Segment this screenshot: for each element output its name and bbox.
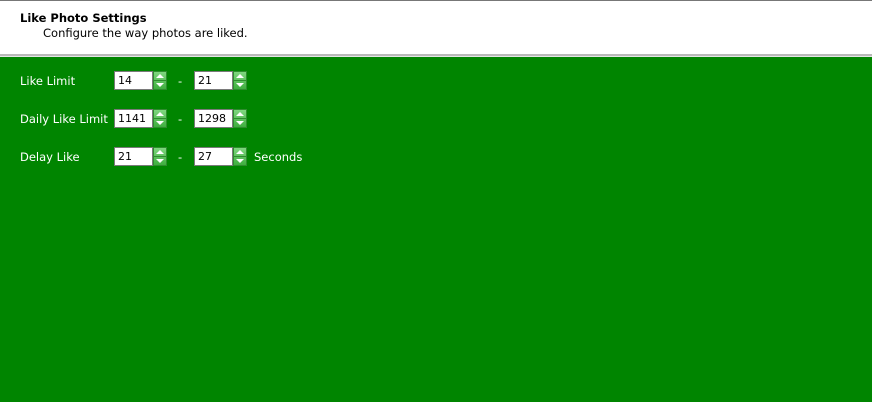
arrow-down-icon[interactable] (154, 157, 166, 165)
arrow-up-icon[interactable] (154, 72, 166, 81)
delay-like-min-spin-buttons (153, 147, 167, 166)
daily-like-limit-max-stepper[interactable] (194, 109, 247, 128)
delay-like-max-spin-buttons (233, 147, 247, 166)
like-limit-min-spin-buttons (153, 71, 167, 90)
like-limit-label: Like Limit (20, 74, 76, 88)
daily-like-limit-max-spin-buttons (233, 109, 247, 128)
daily-like-limit-min-input[interactable] (114, 109, 153, 128)
arrow-up-icon[interactable] (234, 110, 246, 119)
like-limit-max-input[interactable] (194, 71, 233, 90)
delay-like-max-stepper[interactable] (194, 147, 247, 166)
like-limit-max-spin-buttons (233, 71, 247, 90)
delay-like-min-input[interactable] (114, 147, 153, 166)
daily-like-limit-label: Daily Like Limit (20, 112, 108, 126)
page-description: Configure the way photos are liked. (43, 26, 248, 40)
arrow-up-icon[interactable] (154, 148, 166, 157)
arrow-down-icon[interactable] (154, 81, 166, 89)
arrow-up-icon[interactable] (154, 110, 166, 119)
like-limit-min-stepper[interactable] (114, 71, 167, 90)
arrow-down-icon[interactable] (234, 81, 246, 89)
arrow-up-icon[interactable] (234, 72, 246, 81)
arrow-down-icon[interactable] (154, 119, 166, 127)
header-divider (0, 54, 872, 57)
delay-like-min-stepper[interactable] (114, 147, 167, 166)
delay-like-label: Delay Like (20, 150, 80, 164)
like-limit-min-input[interactable] (114, 71, 153, 90)
range-separator: - (178, 150, 183, 164)
delay-unit-label: Seconds (254, 150, 303, 164)
delay-like-max-input[interactable] (194, 147, 233, 166)
settings-window: Like Photo Settings Configure the way ph… (0, 0, 872, 402)
arrow-down-icon[interactable] (234, 119, 246, 127)
range-separator: - (178, 112, 183, 126)
daily-like-limit-min-spin-buttons (153, 109, 167, 128)
page-title: Like Photo Settings (20, 11, 147, 25)
daily-like-limit-min-stepper[interactable] (114, 109, 167, 128)
daily-like-limit-max-input[interactable] (194, 109, 233, 128)
arrow-up-icon[interactable] (234, 148, 246, 157)
range-separator: - (178, 74, 183, 88)
like-limit-max-stepper[interactable] (194, 71, 247, 90)
settings-header: Like Photo Settings Configure the way ph… (0, 0, 872, 54)
arrow-down-icon[interactable] (234, 157, 246, 165)
